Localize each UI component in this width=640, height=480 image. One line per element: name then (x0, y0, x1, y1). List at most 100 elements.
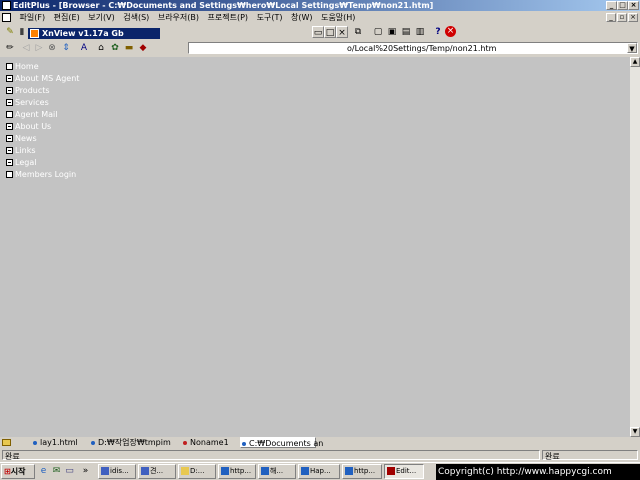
tab-noname1[interactable]: Noname1 (182, 437, 229, 448)
task-button-6[interactable]: Hap... (298, 464, 340, 479)
bullet-minus-icon (6, 123, 13, 130)
nav-item-products[interactable]: Products (6, 85, 50, 96)
close-button[interactable]: × (628, 1, 639, 10)
editplus-app-icon (2, 1, 11, 10)
menu-search[interactable]: 검색(S) (120, 11, 152, 24)
tab-lay1[interactable]: lay1.html (32, 437, 78, 448)
task-button-4[interactable]: http... (218, 464, 256, 479)
address-value: o/Local%20Settings/Temp/non21.htm (347, 44, 497, 53)
pencil-icon[interactable]: ✏ (4, 42, 16, 54)
minimize-button[interactable]: _ (606, 1, 617, 10)
nav-item-agent-mail[interactable]: Agent Mail (6, 109, 57, 120)
browser-content: Home About MS Agent Products Services Ag… (0, 57, 630, 437)
task-button-3[interactable]: D:... (178, 464, 216, 479)
cliptext-icon[interactable]: ▮ (16, 26, 28, 38)
directory-icon[interactable]: ✎ (4, 26, 16, 38)
status-bar: 완료 완료 (0, 449, 640, 461)
stop-browser-icon[interactable]: ⊗ (46, 42, 58, 54)
forward-icon[interactable]: ▷ (33, 42, 45, 54)
menu-bar: 파일(F) 편집(E) 보기(V) 검색(S) 브라우저(B) 프로젝트(P) … (0, 11, 640, 24)
start-button[interactable]: ⊞시작 (1, 464, 35, 479)
help-icon[interactable]: ? (432, 26, 444, 38)
nav-item-services[interactable]: Services (6, 97, 49, 108)
tab-tmpim[interactable]: D:₩작업장₩tmpim (90, 437, 171, 448)
menu-edit[interactable]: 편집(E) (51, 11, 83, 24)
mdi-restore-button[interactable]: ▫ (617, 13, 627, 22)
outlook-icon[interactable]: ✉ (51, 466, 62, 477)
home-icon[interactable]: ⌂ (95, 42, 107, 54)
address-dropdown-icon[interactable]: ▼ (627, 43, 637, 53)
xnview-title-bar[interactable]: XnView v1.17a Gb (28, 28, 160, 39)
nav-item-links[interactable]: Links (6, 145, 36, 156)
bullet-box-icon (6, 63, 13, 70)
nav-item-legal[interactable]: Legal (6, 157, 36, 168)
menu-browser[interactable]: 브라우저(B) (155, 11, 202, 24)
stop-icon[interactable]: × (445, 26, 456, 37)
restore-small-icon[interactable]: ▭ (312, 26, 324, 38)
favorites-icon[interactable]: ✿ (109, 42, 121, 54)
document-icon[interactable] (2, 13, 11, 22)
scroll-down-icon[interactable]: ▼ (630, 427, 640, 437)
task-button-5[interactable]: 해... (258, 464, 296, 479)
scroll-up-icon[interactable]: ▲ (630, 57, 640, 67)
bullet-minus-icon (6, 147, 13, 154)
browser-file-icon (242, 442, 246, 446)
window-list-icon[interactable]: ⧉ (352, 26, 364, 38)
xnview-title: XnView v1.17a Gb (42, 29, 124, 38)
mdi-minimize-button[interactable]: _ (606, 13, 616, 22)
menu-help[interactable]: 도움말(H) (318, 11, 358, 24)
tab-documents[interactable]: C:₩Documents an (240, 437, 323, 448)
folder-tab-icon[interactable] (2, 437, 12, 448)
task-button-2[interactable]: 견... (138, 464, 176, 479)
task-button-1[interactable]: idis... (98, 464, 136, 479)
refresh-icon[interactable]: ⇕ (60, 42, 72, 54)
font-size-icon[interactable]: A (78, 42, 90, 54)
address-input[interactable]: o/Local%20Settings/Temp/non21.htm ▼ (188, 42, 638, 54)
cascade-icon[interactable]: ▥ (414, 26, 426, 38)
maximize-small-icon[interactable]: □ (324, 26, 336, 38)
ie-icon[interactable]: e (38, 466, 49, 477)
bullet-box-icon (6, 111, 13, 118)
bullet-minus-icon (6, 99, 13, 106)
menu-project[interactable]: 프로젝트(P) (205, 11, 252, 24)
nav-item-about-ms-agent[interactable]: About MS Agent (6, 73, 79, 84)
bullet-minus-icon (6, 135, 13, 142)
back-icon[interactable]: ◁ (20, 42, 32, 54)
more-icon[interactable]: » (80, 466, 91, 477)
nav-item-news[interactable]: News (6, 133, 37, 144)
windows-logo-icon: ⊞ (4, 467, 11, 476)
menu-file[interactable]: 파일(F) (17, 11, 49, 24)
new-window-icon[interactable]: ▢ (372, 26, 384, 38)
bullet-minus-icon (6, 159, 13, 166)
bullet-minus-icon (6, 87, 13, 94)
xnview-app-icon (30, 29, 39, 38)
html-file-icon (91, 441, 95, 445)
window-title-bar[interactable]: EditPlus - [Browser - C:₩Documents and S… (0, 0, 640, 11)
copyright-text: Copyright(c) http://www.happycgi.com (436, 464, 640, 480)
menu-window[interactable]: 창(W) (288, 11, 316, 24)
bullet-minus-icon (6, 75, 13, 82)
window-title: EditPlus - [Browser - C:₩Documents and S… (13, 1, 434, 10)
nav-item-members-login[interactable]: Members Login (6, 169, 76, 180)
close-small-icon[interactable]: × (336, 26, 348, 38)
bullet-box-icon (6, 171, 13, 178)
task-button-7[interactable]: http... (342, 464, 382, 479)
nav-item-about-us[interactable]: About Us (6, 121, 51, 132)
status-left: 완료 (2, 450, 540, 461)
new-file-icon (183, 441, 187, 445)
desktop-icon[interactable]: ▭ (64, 466, 75, 477)
folder-icon[interactable]: ▬ (123, 42, 135, 54)
document-tabs: lay1.html D:₩작업장₩tmpim Noname1 C:₩Docume… (0, 437, 640, 449)
menu-tools[interactable]: 도구(T) (254, 11, 286, 24)
bookmark-icon[interactable]: ◆ (137, 42, 149, 54)
tile-icon[interactable]: ▤ (400, 26, 412, 38)
mdi-close-button[interactable]: × (628, 13, 638, 22)
vertical-scrollbar[interactable]: ▲ ▼ (630, 57, 640, 437)
nav-item-home[interactable]: Home (6, 61, 39, 72)
html-file-icon (33, 441, 37, 445)
task-button-editplus[interactable]: Edit... (384, 464, 424, 479)
menu-view[interactable]: 보기(V) (85, 11, 117, 24)
fullscreen-icon[interactable]: ▣ (386, 26, 398, 38)
maximize-button[interactable]: □ (617, 1, 628, 10)
status-right: 완료 (542, 450, 638, 461)
